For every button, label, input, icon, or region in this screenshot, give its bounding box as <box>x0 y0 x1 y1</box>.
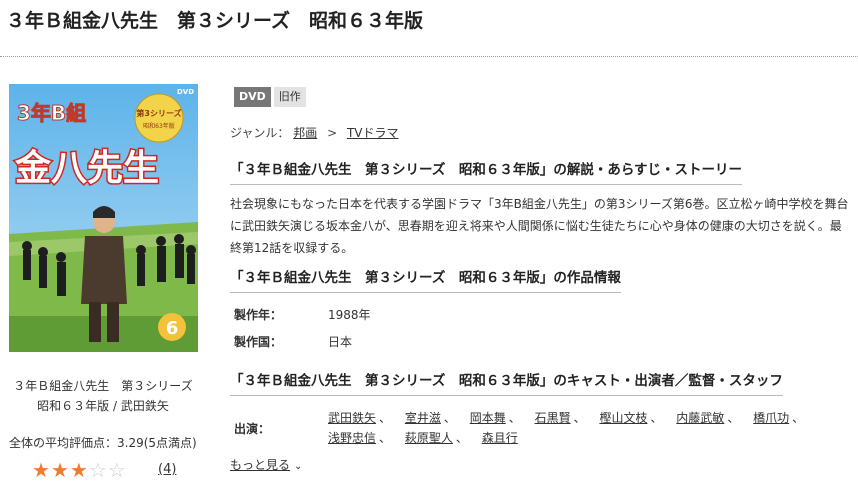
format-badges: DVD 旧作 <box>234 87 306 107</box>
product-title-line1: ３年Ｂ組金八先生 第３シリーズ <box>13 379 193 393</box>
cast-label: 出演： <box>234 422 271 436</box>
cover-volume-number: 6 <box>166 318 179 339</box>
genre-link-tv-drama[interactable]: TVドラマ <box>347 126 399 140</box>
production-year-row: 製作年： 1988年 <box>234 306 371 323</box>
breadcrumb-separator: > <box>327 126 338 140</box>
genre-label: ジャンル： <box>230 126 290 140</box>
star-icon: ★ <box>50 458 70 482</box>
cover-dvd-mark: DVD <box>177 88 194 96</box>
production-year-label: 製作年： <box>234 308 283 322</box>
show-more-label[interactable]: もっと見る <box>230 458 290 472</box>
title-divider <box>0 56 858 57</box>
star-icon: ☆ <box>88 458 108 482</box>
star-icon: ★ <box>69 458 89 482</box>
cover-series-label: 第3シリーズ <box>136 108 181 118</box>
cast-list: 武田鉄矢、 室井滋、 岡本舞、 石黒賢、 樫山文枝、 内藤武敏、 橋爪功、 浅野… <box>328 411 805 445</box>
genre-breadcrumb: ジャンル： 邦画 > TVドラマ <box>230 124 399 141</box>
cover-logo-line2: 金八先生 <box>14 147 159 189</box>
star-icon: ★ <box>32 458 51 482</box>
format-badge: DVD <box>234 87 271 107</box>
cast-member-link[interactable]: 内藤武敏 <box>676 411 724 425</box>
cover-edition-label: 昭和63年版 <box>143 122 175 130</box>
cast-member-link[interactable]: 樫山文枝 <box>599 411 647 425</box>
synopsis-text: 社会現象にもなった日本を代表する学園ドラマ「3年B組金八先生」の第3シリーズ第6… <box>230 197 849 255</box>
synopsis-heading: 「３年Ｂ組金八先生 第３シリーズ 昭和６３年版」の解説・あらすじ・ストーリー <box>230 158 743 185</box>
cast-member-link[interactable]: 浅野忠信 <box>328 431 376 445</box>
average-rating-text: 全体の平均評価点：3.29(5点満点) <box>9 436 197 450</box>
product-title-line2: 昭和６３年版 / 武田鉄矢 <box>37 399 169 413</box>
production-country-label: 製作国： <box>234 335 283 349</box>
status-badge: 旧作 <box>273 87 306 107</box>
cast-member-link[interactable]: 萩原聖人 <box>405 431 453 445</box>
product-title-block: ３年Ｂ組金八先生 第３シリーズ 昭和６３年版 / 武田鉄矢 <box>0 376 206 416</box>
cast-member-link[interactable]: 室井滋 <box>405 411 441 425</box>
show-more-link[interactable]: もっと見る ⌄ <box>230 456 302 473</box>
chevron-down-icon: ⌄ <box>294 461 303 472</box>
cast-member-link[interactable]: 岡本舞 <box>470 411 506 425</box>
cast-member-link[interactable]: 石黒賢 <box>535 411 571 425</box>
genre-link-hoga[interactable]: 邦画 <box>293 126 317 140</box>
cover-image[interactable]: 3年B組 金八先生 第3シリーズ 昭和63年版 DVD 6 <box>9 84 198 352</box>
cast-member-link[interactable]: 森且行 <box>482 431 518 445</box>
production-country-row: 製作国： 日本 <box>234 333 352 350</box>
page-title: ３年Ｂ組金八先生 第３シリーズ 昭和６３年版 <box>6 10 424 32</box>
cover-logo-line1: 3年B組 <box>17 101 86 125</box>
cast-member-link[interactable]: 武田鉄矢 <box>328 411 376 425</box>
review-count-link[interactable]: (4) <box>158 462 176 477</box>
info-heading: 「３年Ｂ組金八先生 第３シリーズ 昭和６３年版」の作品情報 <box>230 266 621 293</box>
cast-member-link[interactable]: 橋爪功 <box>753 411 789 425</box>
cast-heading: 「３年Ｂ組金八先生 第３シリーズ 昭和６３年版」のキャスト・出演者／監督・スタッ… <box>230 369 783 396</box>
production-year-value: 1988年 <box>328 308 371 322</box>
rating-stars: ★★★☆☆ <box>32 458 127 482</box>
star-icon: ☆ <box>107 458 127 482</box>
production-country-value: 日本 <box>328 335 353 349</box>
